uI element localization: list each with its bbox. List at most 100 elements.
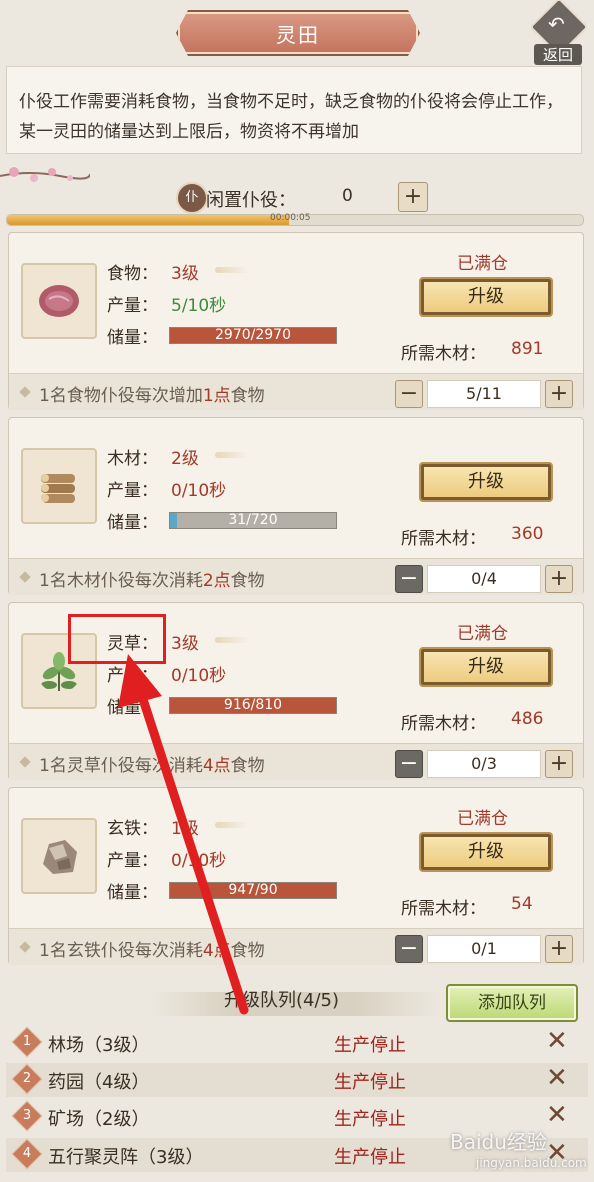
back-arrow-icon: ↶: [548, 12, 565, 36]
rate-value: 0/10秒: [171, 666, 227, 686]
diamond-icon: [19, 571, 31, 583]
footer-num: 4点: [202, 941, 231, 961]
queue-item-status: 生产停止: [334, 1072, 406, 1093]
storage-bar: 2970/2970: [169, 327, 337, 344]
storage-text: 947/90: [228, 882, 278, 898]
item-frame: [21, 818, 97, 894]
increase-servant-button[interactable]: +: [545, 380, 573, 408]
increase-servant-button[interactable]: +: [545, 565, 573, 593]
cost-value: 54: [511, 894, 533, 914]
decrease-servant-button[interactable]: −: [395, 565, 423, 593]
rate-label: 产量：: [107, 481, 158, 501]
storage-label: 储量：: [107, 328, 158, 348]
diamond-icon: [19, 386, 31, 398]
queue-title: 升级队列(4/5): [224, 990, 340, 1011]
queue-item-status: 生产停止: [334, 1147, 406, 1168]
footer-text: 1名木材仆役每次消耗2点食物: [39, 566, 265, 591]
queue-row: 1 林场（3级） 生产停止 ✕: [6, 1026, 588, 1060]
servant-count: 0/1: [427, 935, 541, 963]
queue-item-name: 矿场（2级）: [48, 1109, 150, 1130]
card-footer: 1名食物仆役每次增加1点食物 − 5/11 +: [9, 373, 583, 410]
decrease-servant-button[interactable]: −: [395, 935, 423, 963]
decrease-servant-button[interactable]: −: [395, 380, 423, 408]
field-card-food: 食物： 3级 产量： 5/10秒 储量： 2970/2970 已满仓 升级 所需…: [8, 232, 584, 410]
cost-label: 所需木材：: [401, 529, 486, 549]
decrease-servant-button[interactable]: −: [395, 750, 423, 778]
cost-label: 所需木材：: [401, 344, 486, 364]
remove-icon[interactable]: ✕: [546, 1100, 568, 1130]
idle-servants-value: 0: [342, 186, 353, 206]
back-button[interactable]: ↶ 返回: [528, 0, 589, 65]
footer-post: 食物: [230, 386, 265, 406]
storage-bar: 947/90: [169, 882, 337, 899]
increase-servant-button[interactable]: +: [545, 935, 573, 963]
item-name: 食物：: [107, 264, 158, 284]
item-frame: [21, 263, 97, 339]
servant-count: 0/4: [427, 565, 541, 593]
remove-icon[interactable]: ✕: [546, 1026, 568, 1056]
rate-label: 产量：: [107, 851, 158, 871]
footer-post: 食物: [230, 571, 265, 591]
diamond-icon: [19, 941, 31, 953]
watermark-url: jingyan.baidu.com: [476, 1156, 587, 1170]
upgrade-button[interactable]: 升级: [419, 647, 553, 687]
timer-progress-fill: [7, 215, 290, 225]
cost-value: 486: [511, 709, 544, 729]
cost-label: 所需木材：: [401, 899, 486, 919]
card-footer: 1名木材仆役每次消耗2点食物 − 0/4 +: [9, 558, 583, 595]
footer-pre: 1名食物仆役每次增加: [39, 386, 203, 406]
item-level: 3级: [171, 634, 199, 654]
storage-text: 2970/2970: [215, 327, 291, 343]
storage-label: 储量：: [107, 513, 158, 533]
queue-item-name: 药园（4级）: [48, 1072, 150, 1093]
add-servant-button[interactable]: +: [398, 182, 428, 212]
footer-pre: 1名玄铁仆役每次消耗: [39, 941, 203, 961]
back-label: 返回: [534, 44, 582, 65]
queue-number: 3: [22, 1108, 32, 1123]
level-decoration: [215, 822, 249, 828]
card-footer: 1名灵草仆役每次消耗4点食物 − 0/3 +: [9, 743, 583, 780]
cost-label: 所需木材：: [401, 714, 486, 734]
upgrade-button[interactable]: 升级: [419, 832, 553, 872]
item-level: 2级: [171, 449, 199, 469]
footer-num: 1点: [202, 386, 231, 406]
level-decoration: [215, 267, 249, 273]
upgrade-button[interactable]: 升级: [419, 462, 553, 502]
description-panel: 仆役工作需要消耗食物，当食物不足时，缺乏食物的仆役将会停止工作，某一灵田的储量达…: [6, 66, 582, 154]
queue-row: 2 药园（4级） 生产停止 ✕: [6, 1063, 588, 1097]
add-queue-button[interactable]: 添加队列: [446, 984, 578, 1022]
footer-text: 1名灵草仆役每次消耗4点食物: [39, 751, 265, 776]
footer-num: 2点: [202, 571, 231, 591]
level-decoration: [215, 637, 249, 643]
servant-count: 0/3: [427, 750, 541, 778]
storage-bar: 31/720: [169, 512, 337, 529]
description-text: 仆役工作需要消耗食物，当食物不足时，缺乏食物的仆役将会停止工作，某一灵田的储量达…: [19, 92, 563, 142]
queue-item-status: 生产停止: [334, 1035, 406, 1056]
footer-text: 1名玄铁仆役每次消耗4点食物: [39, 936, 265, 961]
header: 灵田 ↶ 返回: [0, 0, 594, 65]
cost-value: 360: [511, 524, 544, 544]
field-card-wood: 木材： 2级 产量： 0/10秒 储量： 31/720 升级 所需木材： 360…: [8, 417, 584, 595]
idle-servants-label: 闲置仆役：: [206, 190, 296, 211]
watermark: Baidu经验: [450, 1130, 547, 1154]
queue-item-name: 林场（3级）: [48, 1035, 150, 1056]
servant-count: 5/11: [427, 380, 541, 408]
footer-post: 食物: [230, 756, 265, 776]
remove-icon[interactable]: ✕: [546, 1063, 568, 1093]
upgrade-button[interactable]: 升级: [419, 277, 553, 317]
servant-icon: 仆: [176, 182, 208, 214]
queue-item-status: 生产停止: [334, 1109, 406, 1130]
item-level: 3级: [171, 264, 199, 284]
timer-text: 00:00:05: [270, 213, 311, 223]
storage-text: 31/720: [228, 512, 278, 528]
card-footer: 1名玄铁仆役每次消耗4点食物 − 0/1 +: [9, 928, 583, 965]
cost-value: 891: [511, 339, 544, 359]
rate-label: 产量：: [107, 296, 158, 316]
full-status: 已满仓: [457, 624, 508, 644]
storage-text: 916/810: [223, 697, 283, 713]
rate-label: 产量：: [107, 666, 158, 686]
queue-number: 2: [22, 1071, 32, 1086]
meat-icon: [39, 285, 79, 317]
storage-label: 储量：: [107, 698, 158, 718]
increase-servant-button[interactable]: +: [545, 750, 573, 778]
